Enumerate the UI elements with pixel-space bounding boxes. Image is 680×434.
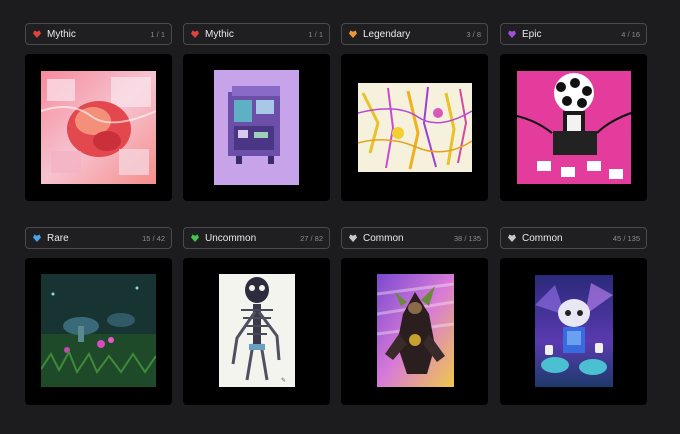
edition-count: 1 / 1	[150, 29, 165, 39]
nft-artwork-frame[interactable]: ✎	[183, 258, 330, 405]
nft-artwork-image	[41, 274, 156, 387]
heart-gem-icon	[507, 29, 517, 39]
nft-artwork-image	[214, 70, 299, 185]
rarity-tag[interactable]: Common 38 / 135	[341, 227, 488, 249]
rarity-tag[interactable]: Uncommon 27 / 82	[183, 227, 330, 249]
heart-gem-icon	[507, 233, 517, 243]
nft-artwork-image	[535, 275, 613, 387]
edition-count: 1 / 1	[308, 29, 323, 39]
nft-card: Mythic 1 / 1	[183, 23, 330, 201]
rarity-tag[interactable]: Legendary 3 / 8	[341, 23, 488, 45]
nft-card: Common 38 / 135	[341, 227, 488, 405]
svg-text:✎: ✎	[281, 377, 286, 384]
nft-card: Legendary 3 / 8	[341, 23, 488, 201]
nft-artwork-frame[interactable]	[25, 258, 172, 405]
nft-artwork-frame[interactable]	[183, 54, 330, 201]
nft-collection-grid: Mythic 1 / 1 Mythic 1 / 1 Legendary 3 / …	[0, 0, 680, 434]
rarity-name: Uncommon	[205, 232, 257, 244]
rarity-tag[interactable]: Common 45 / 135	[500, 227, 647, 249]
nft-artwork-frame[interactable]	[341, 54, 488, 201]
edition-count: 27 / 82	[300, 233, 323, 243]
heart-gem-icon	[32, 233, 42, 243]
nft-card: Uncommon 27 / 82 ✎	[183, 227, 330, 405]
nft-artwork-image: ✎	[219, 274, 295, 387]
nft-artwork-image	[41, 71, 156, 184]
rarity-name: Epic	[522, 28, 542, 40]
nft-card: Common 45 / 135	[500, 227, 647, 405]
heart-gem-icon	[32, 29, 42, 39]
rarity-name: Common	[522, 232, 563, 244]
edition-count: 3 / 8	[466, 29, 481, 39]
rarity-name: Mythic	[205, 28, 234, 40]
nft-artwork-image	[517, 71, 631, 184]
nft-artwork-image	[358, 83, 472, 172]
rarity-name: Mythic	[47, 28, 76, 40]
nft-artwork-frame[interactable]	[500, 54, 647, 201]
rarity-name: Rare	[47, 232, 69, 244]
rarity-tag[interactable]: Rare 15 / 42	[25, 227, 172, 249]
edition-count: 45 / 135	[612, 233, 640, 243]
edition-count: 15 / 42	[142, 233, 165, 243]
edition-count: 38 / 135	[453, 233, 481, 243]
rarity-tag[interactable]: Mythic 1 / 1	[183, 23, 330, 45]
nft-artwork-frame[interactable]	[25, 54, 172, 201]
nft-card: Rare 15 / 42	[25, 227, 172, 405]
heart-gem-icon	[190, 233, 200, 243]
nft-card: Epic 4 / 16	[500, 23, 647, 201]
rarity-name: Common	[363, 232, 404, 244]
heart-gem-icon	[348, 233, 358, 243]
nft-artwork-frame[interactable]	[341, 258, 488, 405]
nft-artwork-image	[377, 274, 454, 387]
rarity-tag[interactable]: Epic 4 / 16	[500, 23, 647, 45]
nft-card: Mythic 1 / 1	[25, 23, 172, 201]
rarity-name: Legendary	[363, 28, 411, 40]
rarity-tag[interactable]: Mythic 1 / 1	[25, 23, 172, 45]
nft-artwork-frame[interactable]	[500, 258, 647, 405]
heart-gem-icon	[348, 29, 358, 39]
heart-gem-icon	[190, 29, 200, 39]
edition-count: 4 / 16	[621, 29, 640, 39]
